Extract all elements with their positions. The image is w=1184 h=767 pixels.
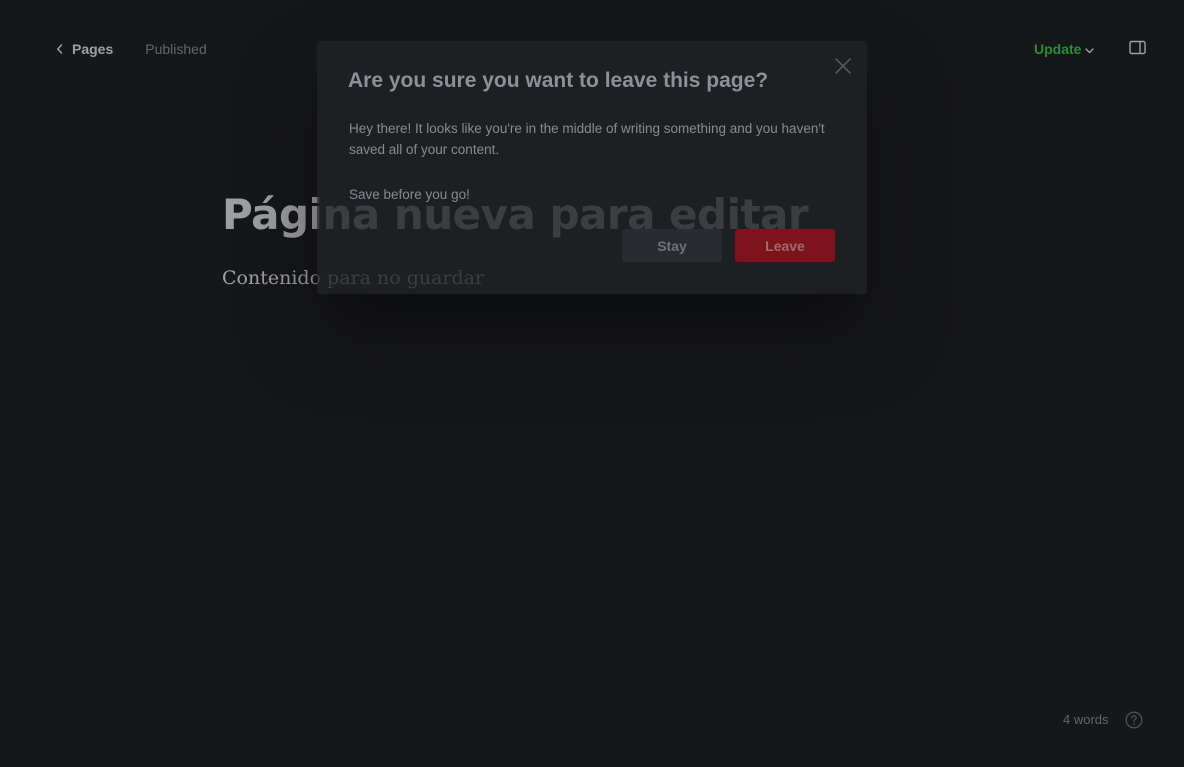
dialog-message-secondary: Save before you go! [349,187,470,202]
editor-page: Pages Published Update Página nueva para… [0,0,1184,767]
dialog-title: Are you sure you want to leave this page… [348,69,769,92]
stay-button[interactable]: Stay [622,229,722,262]
leave-button[interactable]: Leave [735,229,835,262]
leave-confirmation-dialog: Are you sure you want to leave this page… [317,41,867,294]
close-icon[interactable] [834,57,852,75]
dialog-message: Hey there! It looks like you're in the m… [349,121,825,157]
